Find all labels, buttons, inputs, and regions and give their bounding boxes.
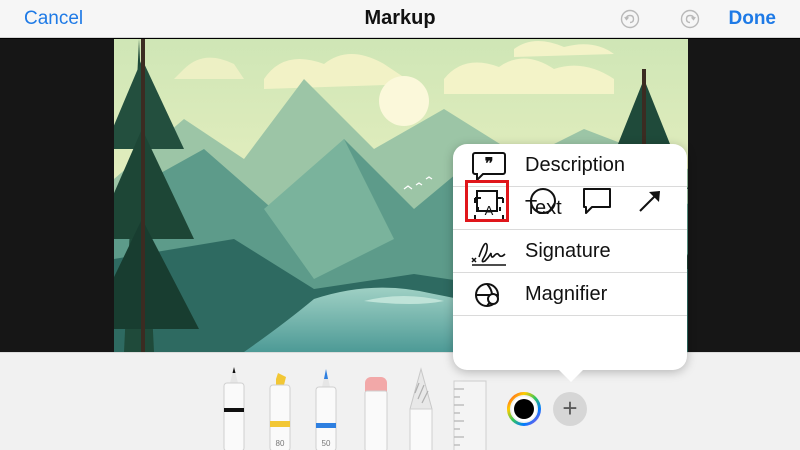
circle-icon (530, 188, 556, 214)
color-picker-button[interactable] (507, 392, 541, 426)
quote-bubble-icon: ❞ (472, 152, 506, 181)
signature-icon (471, 242, 506, 266)
marker-tool[interactable]: 50 (314, 353, 338, 450)
menu-item-signature[interactable]: Signature (453, 230, 687, 273)
marker-size-label: 50 (322, 439, 331, 448)
cancel-button[interactable]: Cancel (24, 8, 83, 30)
menu-item-label: Description (525, 154, 626, 176)
done-button[interactable]: Done (729, 8, 777, 30)
menu-item-label: Signature (525, 240, 611, 262)
circle-shape-button[interactable] (521, 180, 565, 222)
pen-tool[interactable] (222, 353, 246, 450)
square-icon (476, 190, 498, 212)
speech-bubble-icon (583, 188, 611, 214)
square-shape-button[interactable] (465, 180, 509, 222)
redo-icon[interactable] (680, 9, 700, 29)
add-markup-button[interactable]: + (553, 392, 587, 426)
arrow-shape-button[interactable] (628, 180, 672, 222)
navigation-bar: Cancel Markup Done (0, 0, 800, 38)
highlighter-tool[interactable]: 80 (268, 353, 292, 450)
page-title: Markup (364, 7, 436, 29)
menu-item-label: Magnifier (525, 283, 608, 305)
popover-arrow (557, 368, 585, 382)
svg-text:❞: ❞ (485, 156, 494, 173)
lasso-tool[interactable] (408, 353, 434, 450)
menu-item-magnifier[interactable]: Magnifier (453, 273, 687, 316)
highlighter-size-label: 80 (276, 439, 285, 448)
magnifier-icon (475, 283, 499, 307)
undo-icon[interactable] (620, 9, 640, 29)
markup-popover-menu: ❞ Description A Text Signature Magnifier (453, 144, 687, 370)
eraser-tool[interactable] (362, 353, 390, 450)
arrow-icon (639, 191, 660, 212)
speech-bubble-shape-button[interactable] (575, 180, 619, 222)
